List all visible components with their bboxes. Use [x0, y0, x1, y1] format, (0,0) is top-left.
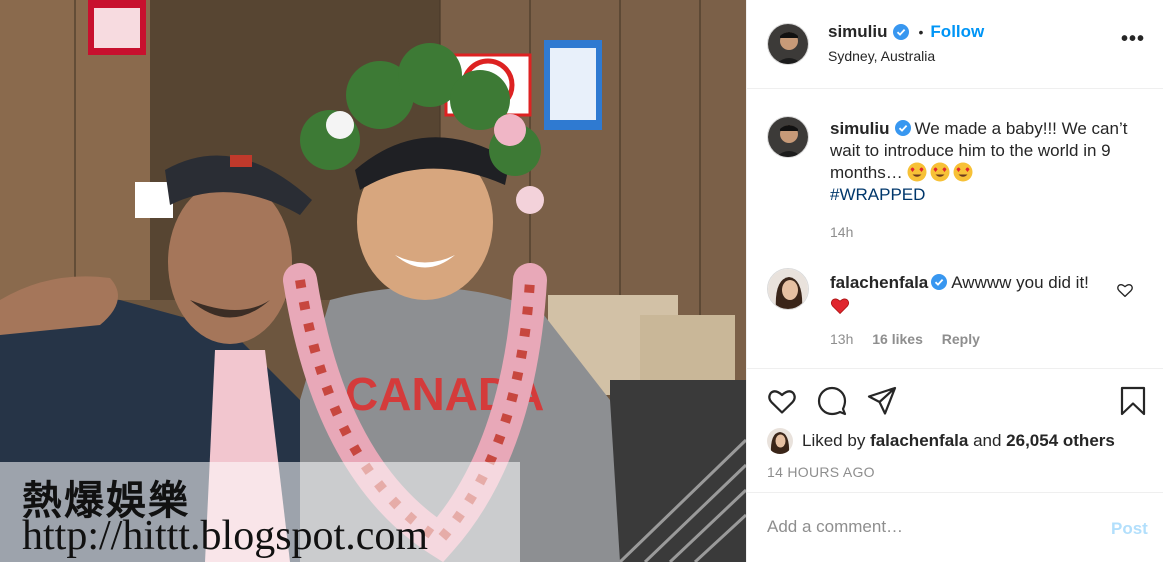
- verified-badge-icon: [894, 120, 911, 136]
- follow-button[interactable]: Follow: [930, 22, 984, 42]
- comment-reply-button[interactable]: Reply: [942, 331, 980, 347]
- caption-username[interactable]: simuliu: [830, 119, 890, 138]
- add-comment-bar: Post: [747, 492, 1163, 562]
- watermark-url: http://hittt.blogspot.com: [22, 513, 429, 559]
- post-header: simuliu • Follow Sydney, Australia •••: [747, 0, 1163, 89]
- liked-by-user[interactable]: falachenfala: [870, 431, 968, 451]
- comment-meta: 13h 16 likes Reply: [830, 331, 995, 347]
- comment-like-heart-icon[interactable]: [1116, 281, 1134, 299]
- liked-by-others[interactable]: 26,054 others: [1006, 431, 1115, 451]
- comment-bubble-icon[interactable]: [816, 385, 848, 417]
- save-bookmark-icon[interactable]: [1117, 385, 1149, 417]
- liker-avatar[interactable]: [767, 428, 793, 454]
- author-username[interactable]: simuliu: [828, 22, 888, 42]
- liked-by-summary: Liked by falachenfala and 26,054 others: [767, 428, 1115, 454]
- heart-eyes-emoji-icon: [907, 162, 927, 182]
- post-actions: Liked by falachenfala and 26,054 others …: [747, 368, 1163, 493]
- comment-time[interactable]: 13h: [830, 331, 853, 347]
- comment: falachenfala Awwww you did it!: [830, 271, 1115, 319]
- like-heart-icon[interactable]: [766, 385, 798, 417]
- add-comment-input[interactable]: [767, 517, 1087, 537]
- share-paper-plane-icon[interactable]: [866, 385, 898, 417]
- liked-by-prefix: Liked by: [802, 431, 866, 450]
- post-comment-button[interactable]: Post: [1111, 519, 1148, 539]
- author-line: simuliu • Follow: [828, 22, 984, 42]
- heart-eyes-emoji-icon: [953, 162, 973, 182]
- caption-avatar[interactable]: [767, 116, 809, 158]
- comment-likes[interactable]: 16 likes: [872, 331, 923, 347]
- verified-badge-icon: [931, 274, 948, 290]
- liked-by-joiner: and: [973, 431, 1002, 450]
- verified-badge-icon: [892, 24, 909, 40]
- red-heart-emoji-icon: [830, 298, 850, 315]
- post-caption: simuliu We made a baby!!! We can’t wait t…: [830, 118, 1140, 206]
- comment-text: Awwww you did it!: [951, 273, 1089, 292]
- post-timestamp[interactable]: 14 HOURS AGO: [767, 464, 875, 480]
- more-options-icon[interactable]: •••: [1121, 29, 1147, 54]
- caption-time[interactable]: 14h: [830, 224, 853, 240]
- comment-username[interactable]: falachenfala: [830, 273, 928, 292]
- post-sidebar: simuliu • Follow Sydney, Australia ••• s…: [746, 0, 1163, 562]
- post-location[interactable]: Sydney, Australia: [828, 48, 935, 64]
- post-photo[interactable]: CANADA 熱爆娛樂 http://hittt.blogspot.com: [0, 0, 746, 562]
- separator-dot: •: [918, 24, 924, 40]
- commenter-avatar[interactable]: [767, 268, 809, 310]
- author-avatar[interactable]: [767, 23, 809, 65]
- caption-hashtag[interactable]: #WRAPPED: [830, 185, 925, 204]
- heart-eyes-emoji-icon: [930, 162, 950, 182]
